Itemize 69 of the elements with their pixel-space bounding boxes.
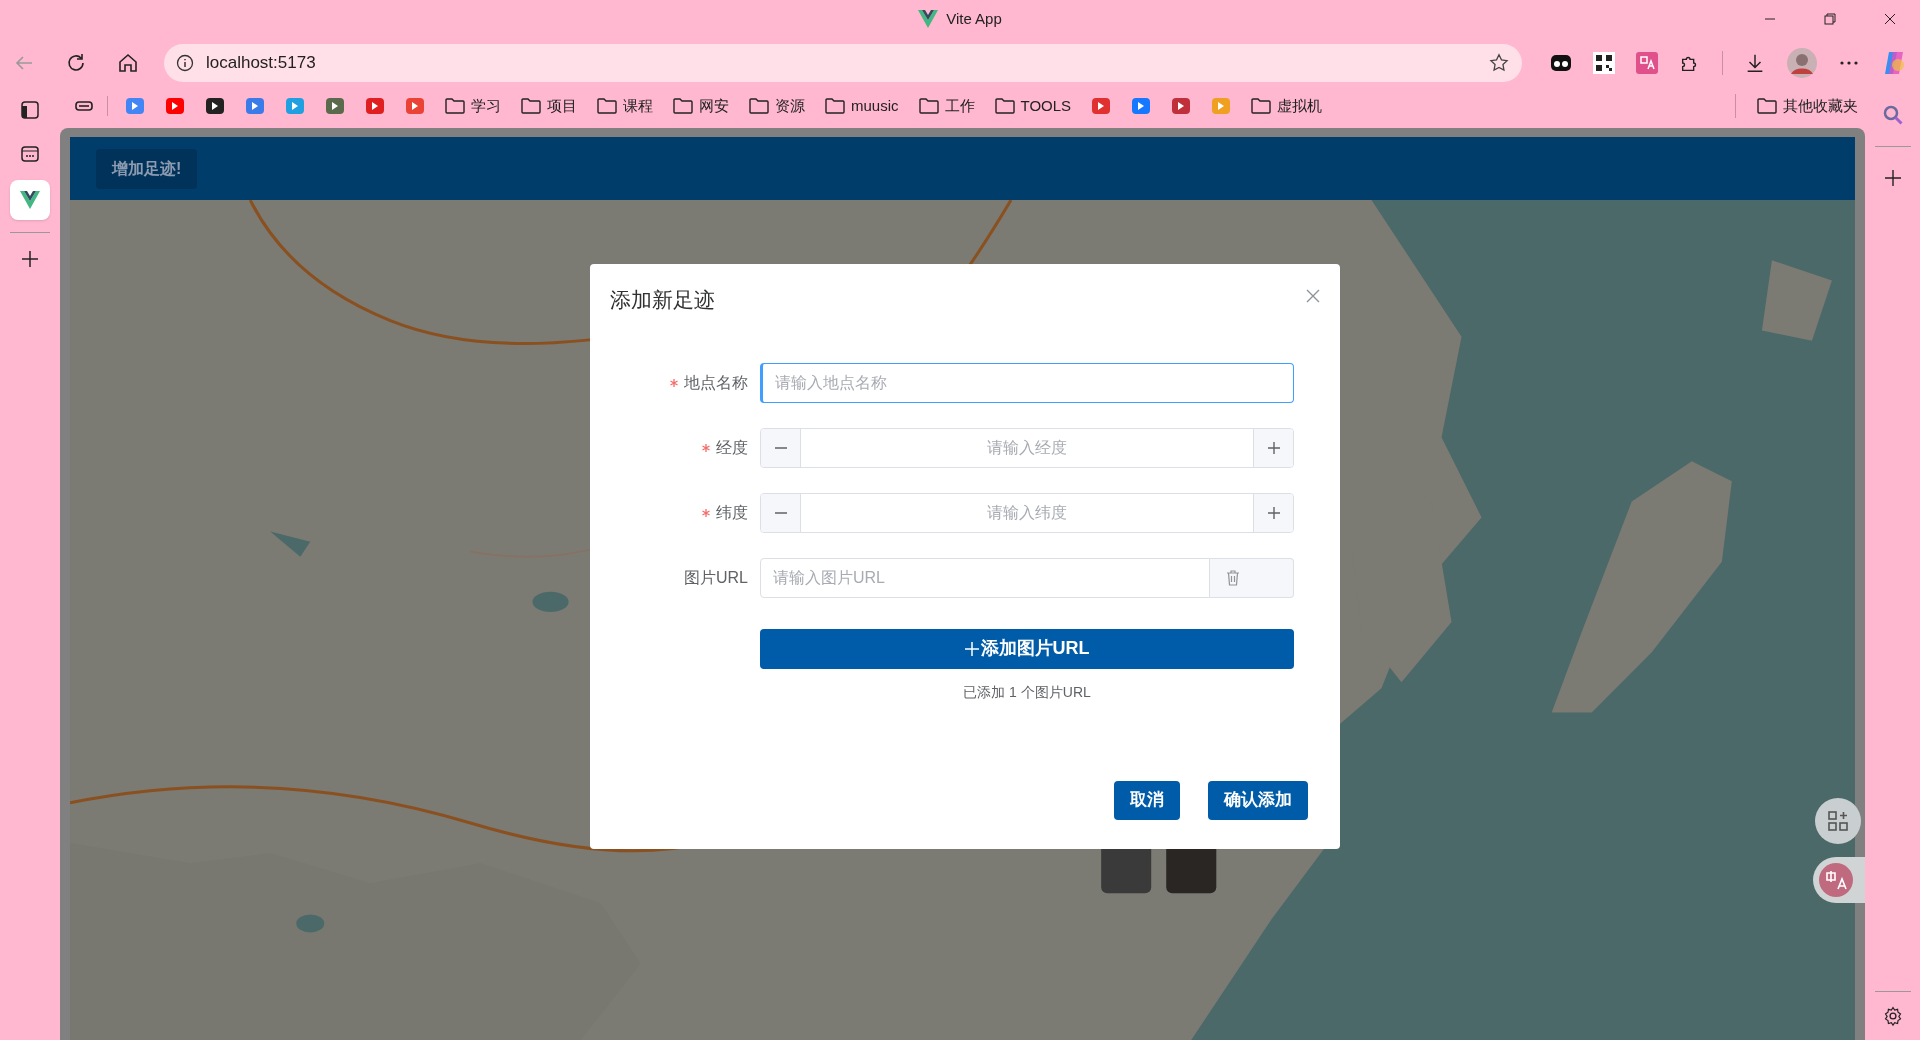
avatar-icon[interactable] (1787, 48, 1817, 78)
qr-code-icon[interactable] (1593, 52, 1615, 74)
folder-icon (673, 97, 693, 115)
field-label: 地点名称 (684, 372, 748, 393)
minus-icon (773, 446, 788, 449)
home-icon[interactable] (116, 51, 140, 75)
folder-icon (749, 97, 769, 115)
plus-icon (1266, 440, 1281, 455)
input-field[interactable]: 请输入地点名称 (760, 362, 1294, 403)
url-text: localhost:5173 (206, 52, 317, 75)
bookmark-folder[interactable]: 学习 (445, 94, 501, 118)
extension-icon[interactable] (1550, 52, 1572, 74)
dialog-title: 添加新足迹 (610, 287, 715, 313)
bookmark-folder[interactable]: 工作 (918, 94, 975, 118)
apps-icon (1827, 810, 1849, 832)
increase-button[interactable] (1253, 493, 1293, 532)
bookmark-folder[interactable]: 网安 (673, 94, 729, 118)
close-icon (1884, 13, 1896, 25)
info-icon[interactable] (176, 54, 194, 72)
cancel-button[interactable]: 取消 (1114, 780, 1180, 820)
folder-icon (994, 97, 1015, 115)
settings-icon[interactable] (1883, 1006, 1903, 1026)
search-icon[interactable] (1882, 104, 1904, 126)
field-label: 经度 (716, 437, 748, 458)
folder-icon (1757, 97, 1777, 115)
bookmark-folder[interactable]: TOOLS (994, 94, 1072, 118)
folder-icon (825, 97, 845, 115)
add-icon[interactable] (1884, 169, 1902, 187)
restore-icon (1824, 13, 1836, 25)
plus-icon (1266, 505, 1281, 520)
field-label: 纬度 (716, 502, 748, 523)
number-input[interactable]: 请输入纬度 (760, 492, 1294, 533)
folder-icon (445, 97, 465, 115)
translate-icon (1819, 863, 1853, 897)
add-image-url-button[interactable]: 添加图片URL (760, 628, 1294, 669)
bookmark-folder[interactable]: muusic (825, 94, 899, 118)
folder-icon (521, 97, 541, 115)
tab-icon[interactable] (20, 144, 40, 164)
new-tab-icon[interactable] (20, 249, 40, 269)
add-footprint-button[interactable]: 增加足迹! (96, 148, 198, 189)
star-icon[interactable] (1488, 52, 1510, 74)
bookmark-icon[interactable] (205, 96, 225, 116)
vue-logo-icon (918, 10, 939, 28)
vue-logo-icon (20, 191, 40, 209)
vertical-tab[interactable] (10, 180, 50, 220)
translate-button[interactable] (1813, 857, 1865, 903)
number-input[interactable]: 请输入经度 (760, 427, 1294, 468)
close-icon[interactable] (1306, 289, 1320, 303)
trash-icon (1226, 569, 1240, 586)
increase-button[interactable] (1253, 428, 1293, 467)
url-count-text: 已添加 1 个图片URL (962, 682, 1092, 702)
field-label: 图片URL (684, 567, 748, 588)
tab-actions-icon[interactable] (20, 100, 40, 120)
translate-icon[interactable] (1636, 52, 1658, 74)
folder-icon (1251, 97, 1272, 115)
input-field[interactable]: 请输入经度 (801, 428, 1253, 467)
address-bar[interactable]: localhost:5173 (164, 44, 1522, 82)
input-field[interactable]: 请输入纬度 (801, 493, 1253, 532)
bookmark-folder[interactable]: 虚拟机 (1251, 94, 1323, 118)
folder-icon (597, 97, 617, 115)
bookmark-folder[interactable]: 其他收藏夹 (1757, 94, 1858, 118)
bookmark-folder[interactable]: 课程 (597, 94, 653, 118)
window-title: Vite App (946, 8, 1002, 29)
bookmark-folder[interactable]: 项目 (521, 94, 577, 118)
folder-icon (918, 97, 939, 115)
bookmark-folder[interactable]: 资源 (749, 94, 805, 118)
minus-icon (773, 511, 788, 514)
confirm-button[interactable]: 确认添加 (1208, 780, 1308, 820)
plus-icon (964, 641, 979, 656)
